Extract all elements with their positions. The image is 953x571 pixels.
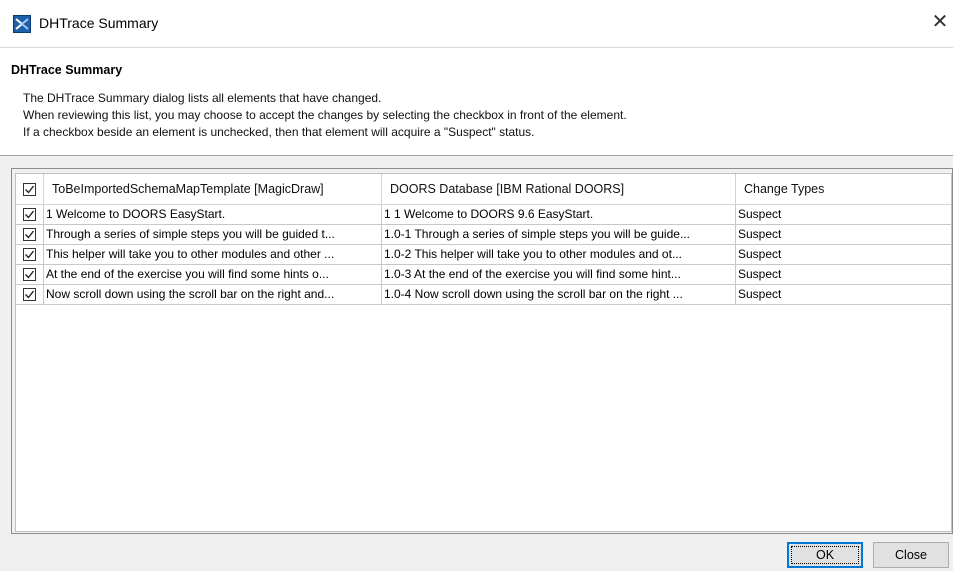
description-heading: DHTrace Summary [11,63,123,77]
column-header-change-types[interactable]: Change Types [736,174,951,205]
row-checkbox[interactable] [23,288,36,301]
focus-ring [791,546,859,564]
row-checkbox[interactable] [23,228,36,241]
row-checkbox[interactable] [23,248,36,261]
changes-table: ToBeImportedSchemaMapTemplate [MagicDraw… [15,173,952,532]
title-bar: DHTrace Summary ✕ [0,0,953,48]
select-all-header [16,174,44,205]
row-checkbox[interactable] [23,268,36,281]
source-element-cell: This helper will take you to other modul… [44,245,382,264]
description-line: When reviewing this list, you may choose… [23,108,627,122]
row-checkbox-cell [16,205,44,224]
close-button-label: Close [895,548,927,562]
description-line: The DHTrace Summary dialog lists all ele… [23,91,382,105]
target-element-cell: 1.0-3 At the end of the exercise you wil… [382,265,736,284]
changes-table-frame: ToBeImportedSchemaMapTemplate [MagicDraw… [11,168,953,534]
table-row[interactable]: At the end of the exercise you will find… [16,265,951,285]
target-element-cell: 1.0-4 Now scroll down using the scroll b… [382,285,736,304]
target-element-cell: 1 1 Welcome to DOORS 9.6 EasyStart. [382,205,736,224]
row-checkbox-cell [16,265,44,284]
row-checkbox-cell [16,285,44,304]
target-element-cell: 1.0-1 Through a series of simple steps y… [382,225,736,244]
row-checkbox[interactable] [23,208,36,221]
close-window-icon[interactable]: ✕ [928,10,952,34]
target-element-cell: 1.0-2 This helper will take you to other… [382,245,736,264]
table-row[interactable]: 1 Welcome to DOORS EasyStart. 1 1 Welcom… [16,205,951,225]
row-checkbox-cell [16,245,44,264]
description-panel: DHTrace Summary The DHTrace Summary dial… [0,48,953,156]
ok-button[interactable]: OK [787,542,863,568]
column-header-target[interactable]: DOORS Database [IBM Rational DOORS] [382,174,736,205]
change-type-cell: Suspect [738,267,782,281]
select-all-checkbox[interactable] [23,183,36,196]
window-title: DHTrace Summary [39,15,159,31]
dhtrace-app-icon [13,15,31,33]
description-line: If a checkbox beside an element is unche… [23,125,535,139]
table-row[interactable]: Through a series of simple steps you wil… [16,225,951,245]
source-element-cell: At the end of the exercise you will find… [44,265,382,284]
source-element-cell: 1 Welcome to DOORS EasyStart. [44,205,382,224]
table-row[interactable]: Now scroll down using the scroll bar on … [16,285,951,305]
change-type-cell: Suspect [738,227,782,241]
source-element-cell: Now scroll down using the scroll bar on … [44,285,382,304]
close-button[interactable]: Close [873,542,949,568]
column-header-source[interactable]: ToBeImportedSchemaMapTemplate [MagicDraw… [44,174,382,205]
change-type-cell: Suspect [738,287,782,301]
row-checkbox-cell [16,225,44,244]
change-type-cell: Suspect [738,207,782,221]
change-type-cell: Suspect [738,247,782,261]
table-row[interactable]: This helper will take you to other modul… [16,245,951,265]
source-element-cell: Through a series of simple steps you wil… [44,225,382,244]
